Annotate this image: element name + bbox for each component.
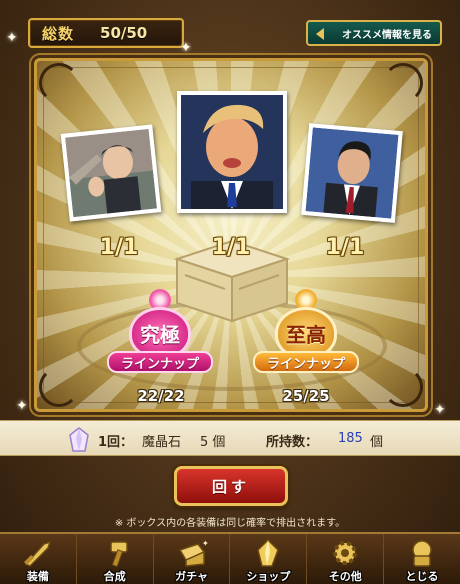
sparkle-icon: ✦ [180, 40, 192, 56]
sparkle-icon: ✦ [16, 398, 28, 414]
recommend-info-label: オススメ情報を見る [342, 29, 432, 41]
nav-label-close: とじる [405, 570, 439, 583]
nav-label-gacha: ガチャ [175, 570, 209, 583]
gacha-screen: 総数 50/50 オススメ情報を見る ✦ ✦ 1/1 1/1 1/1 究極 ライ… [0, 0, 460, 584]
gear-icon [333, 541, 358, 565]
cost-quantity: 5 個 [200, 435, 226, 450]
ultimate-count: 22/22 [137, 387, 185, 405]
nav-gacha[interactable]: ✦ ガチャ [154, 534, 231, 584]
cost-info-strip: 1回： 魔晶石 5 個 所持数： 185 個 [0, 420, 460, 456]
bottom-nav: 装備 合成 ✦ ガチャ ショップ その他 とじる [0, 532, 460, 584]
ornament-corner [39, 367, 79, 407]
prize-count-center: 1/1 [211, 235, 251, 260]
portrait-image [181, 95, 283, 209]
probability-note: ※ ボックス内の各装備は同じ確率で排出されます。 [114, 518, 346, 529]
ornament-corner [383, 63, 423, 103]
sparkle-icon: ✦ [6, 30, 18, 46]
prize-count-right: 1/1 [325, 235, 365, 260]
magic-crystal-icon [69, 427, 89, 452]
recommend-info-button[interactable]: オススメ情報を見る [306, 20, 442, 46]
prize-portrait-center[interactable] [177, 91, 287, 213]
total-label: 総数 [42, 24, 75, 43]
prize-portrait-right[interactable] [301, 123, 403, 223]
sword-icon [23, 540, 52, 567]
ultimate-subtitle: ラインナップ [107, 351, 213, 373]
spin-button[interactable]: 回す [174, 466, 288, 506]
nav-label-synthesis: 合成 [103, 570, 126, 583]
nav-label-equipment: 装備 [26, 570, 49, 583]
owned-label: 所持数： [266, 435, 319, 450]
portrait-image [65, 128, 157, 218]
supreme-subtitle: ラインナップ [253, 351, 359, 373]
total-counter: 総数 50/50 [28, 18, 184, 48]
ultimate-lineup-badge[interactable]: 究極 ラインナップ [105, 287, 215, 383]
supreme-count: 25/25 [282, 387, 330, 405]
nav-equipment[interactable]: 装備 [0, 534, 77, 584]
gacha-box-panel: 1/1 1/1 1/1 究極 ラインナップ 至高 ラインナップ 22/22 25… [34, 58, 428, 412]
ornament-corner [39, 63, 79, 103]
nav-other[interactable]: その他 [307, 534, 385, 584]
cost-item-name: 魔晶石 [142, 435, 182, 450]
nav-close[interactable]: とじる [384, 534, 460, 584]
close-icon [412, 540, 432, 567]
crystal-icon [257, 538, 280, 567]
sparkle-icon: ✦ [434, 402, 446, 418]
owned-value: 185 [338, 431, 363, 446]
nav-label-other: その他 [328, 570, 362, 583]
total-value: 50/50 [100, 24, 148, 42]
arrow-left-icon [316, 28, 324, 40]
prize-portrait-left[interactable] [60, 124, 162, 222]
nav-shop[interactable]: ショップ [230, 534, 308, 584]
cost-label: 1回： [98, 435, 134, 450]
prize-count-left: 1/1 [99, 235, 139, 260]
portrait-image [305, 127, 399, 219]
supreme-lineup-badge[interactable]: 至高 ラインナップ [251, 287, 361, 383]
ornament-corner [383, 367, 423, 407]
hammer-icon [109, 541, 128, 568]
nav-synthesis[interactable]: 合成 [77, 534, 154, 584]
svg-text:✦: ✦ [202, 539, 209, 548]
owned-unit: 個 [370, 435, 384, 450]
gacha-icon: ✦ [178, 539, 209, 567]
nav-label-shop: ショップ [246, 570, 291, 583]
